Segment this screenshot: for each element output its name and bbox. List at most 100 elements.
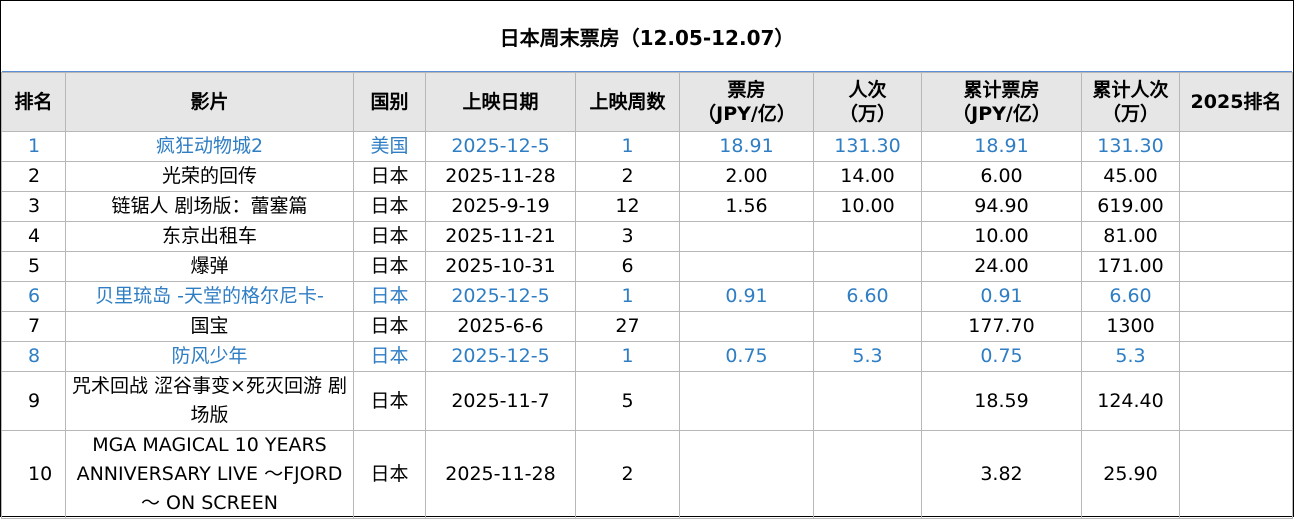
table-row: 9 咒术回战 涩谷事变×死灭回游 剧场版 日本 2025-11-7 5 18.59 124.… xyxy=(1,371,1293,431)
cell-country: 日本 xyxy=(353,371,426,431)
cell-box-office xyxy=(679,430,814,519)
header-release-date: 上映日期 xyxy=(425,72,576,132)
cell-admissions: 5.3 xyxy=(813,341,922,372)
cell-2025-rank xyxy=(1179,311,1293,342)
cell-film: 爆弹 xyxy=(65,251,354,282)
cell-rank: 2 xyxy=(1,161,66,192)
table-row: 4 东京出租车 日本 2025-11-21 3 10.00 81.00 xyxy=(1,221,1293,252)
cell-rank: 6 xyxy=(1,281,66,312)
cell-cumulative-box-office: 24.00 xyxy=(921,251,1082,282)
cell-cumulative-admissions: 6.60 xyxy=(1081,281,1180,312)
cell-admissions xyxy=(813,221,922,252)
cell-release-date: 2025-10-31 xyxy=(425,251,576,282)
cell-rank: 8 xyxy=(1,341,66,372)
cell-cumulative-admissions: 619.00 xyxy=(1081,191,1180,222)
cell-film: 光荣的回传 xyxy=(65,161,354,192)
cell-film: 东京出租车 xyxy=(65,221,354,252)
cell-box-office: 18.91 xyxy=(679,131,814,162)
cell-box-office xyxy=(679,371,814,431)
cell-film: 疯狂动物城2 xyxy=(65,131,354,162)
cell-country: 日本 xyxy=(353,341,426,372)
header-row: 排名 影片 国别 上映日期 上映周数 票房 （JPY/亿） 人次 （万） 累计票… xyxy=(1,72,1293,132)
cell-2025-rank xyxy=(1179,281,1293,312)
cell-release-date: 2025-12-5 xyxy=(425,131,576,162)
cell-cumulative-admissions: 124.40 xyxy=(1081,371,1180,431)
cell-weeks: 2 xyxy=(575,430,680,519)
cell-box-office: 2.00 xyxy=(679,161,814,192)
cell-film: 国宝 xyxy=(65,311,354,342)
cell-rank: 5 xyxy=(1,251,66,282)
cell-release-date: 2025-6-6 xyxy=(425,311,576,342)
cell-release-date: 2025-12-5 xyxy=(425,281,576,312)
cell-cumulative-box-office: 3.82 xyxy=(921,430,1082,519)
cell-admissions: 6.60 xyxy=(813,281,922,312)
cell-2025-rank xyxy=(1179,161,1293,192)
cell-box-office xyxy=(679,251,814,282)
cell-admissions xyxy=(813,251,922,282)
table-row: 1 疯狂动物城2 美国 2025-12-5 1 18.91 131.30 18.91 131.3… xyxy=(1,131,1293,162)
cell-rank: 9 xyxy=(1,371,66,431)
cell-cumulative-admissions: 171.00 xyxy=(1081,251,1180,282)
table-row: 2 光荣的回传 日本 2025-11-28 2 2.00 14.00 6.00 45.00 xyxy=(1,161,1293,192)
cell-cumulative-box-office: 6.00 xyxy=(921,161,1082,192)
header-country: 国别 xyxy=(353,72,426,132)
cell-box-office: 0.91 xyxy=(679,281,814,312)
header-weeks: 上映周数 xyxy=(575,72,680,132)
cell-country: 日本 xyxy=(353,281,426,312)
cell-country: 日本 xyxy=(353,430,426,519)
header-cumulative-box-office: 累计票房 （JPY/亿） xyxy=(921,72,1082,132)
cell-film: 贝里琉岛 -天堂的格尔尼卡- xyxy=(65,281,354,312)
cell-cumulative-box-office: 18.59 xyxy=(921,371,1082,431)
cell-rank: 1 xyxy=(1,131,66,162)
table-title: 日本周末票房（12.05-12.07） xyxy=(2,2,1292,73)
cell-release-date: 2025-11-28 xyxy=(425,161,576,192)
cell-film: MGA MAGICAL 10 YEARS ANNIVERSARY LIVE ～F… xyxy=(65,430,354,519)
cell-cumulative-box-office: 10.00 xyxy=(921,221,1082,252)
cell-country: 日本 xyxy=(353,251,426,282)
cell-cumulative-admissions: 81.00 xyxy=(1081,221,1180,252)
cell-2025-rank xyxy=(1179,430,1293,519)
cell-cumulative-admissions: 131.30 xyxy=(1081,131,1180,162)
cell-weeks: 1 xyxy=(575,281,680,312)
cell-film: 防风少年 xyxy=(65,341,354,372)
cell-release-date: 2025-9-19 xyxy=(425,191,576,222)
cell-weeks: 27 xyxy=(575,311,680,342)
cell-film: 链锯人 剧场版：蕾塞篇 xyxy=(65,191,354,222)
cell-cumulative-box-office: 18.91 xyxy=(921,131,1082,162)
cell-admissions: 10.00 xyxy=(813,191,922,222)
header-2025-rank: 2025排名 xyxy=(1179,72,1293,132)
table-row: 6 贝里琉岛 -天堂的格尔尼卡- 日本 2025-12-5 1 0.91 6.60 0.91 6… xyxy=(1,281,1293,312)
cell-box-office xyxy=(679,221,814,252)
cell-2025-rank xyxy=(1179,131,1293,162)
cell-weeks: 1 xyxy=(575,131,680,162)
cell-box-office: 1.56 xyxy=(679,191,814,222)
table-row: 3 链锯人 剧场版：蕾塞篇 日本 2025-9-19 12 1.56 10.00 94.90 6… xyxy=(1,191,1293,222)
cell-cumulative-admissions: 25.90 xyxy=(1081,430,1180,519)
cell-2025-rank xyxy=(1179,191,1293,222)
cell-country: 美国 xyxy=(353,131,426,162)
cell-cumulative-box-office: 94.90 xyxy=(921,191,1082,222)
cell-film: 咒术回战 涩谷事变×死灭回游 剧场版 xyxy=(65,371,354,431)
table-body: 1 疯狂动物城2 美国 2025-12-5 1 18.91 131.30 18.91 131.3… xyxy=(1,131,1293,519)
cell-cumulative-admissions: 5.3 xyxy=(1081,341,1180,372)
cell-country: 日本 xyxy=(353,161,426,192)
cell-weeks: 2 xyxy=(575,161,680,192)
cell-weeks: 6 xyxy=(575,251,680,282)
cell-2025-rank xyxy=(1179,371,1293,431)
cell-admissions xyxy=(813,311,922,342)
cell-country: 日本 xyxy=(353,191,426,222)
cell-cumulative-box-office: 0.75 xyxy=(921,341,1082,372)
table-row: 7 国宝 日本 2025-6-6 27 177.70 1300 xyxy=(1,311,1293,342)
cell-release-date: 2025-11-7 xyxy=(425,371,576,431)
cell-release-date: 2025-11-28 xyxy=(425,430,576,519)
cell-admissions: 131.30 xyxy=(813,131,922,162)
cell-2025-rank xyxy=(1179,221,1293,252)
cell-2025-rank xyxy=(1179,251,1293,282)
header-film: 影片 xyxy=(65,72,354,132)
cell-country: 日本 xyxy=(353,221,426,252)
cell-release-date: 2025-12-5 xyxy=(425,341,576,372)
cell-admissions xyxy=(813,371,922,431)
cell-rank: 3 xyxy=(1,191,66,222)
cell-weeks: 1 xyxy=(575,341,680,372)
cell-admissions xyxy=(813,430,922,519)
